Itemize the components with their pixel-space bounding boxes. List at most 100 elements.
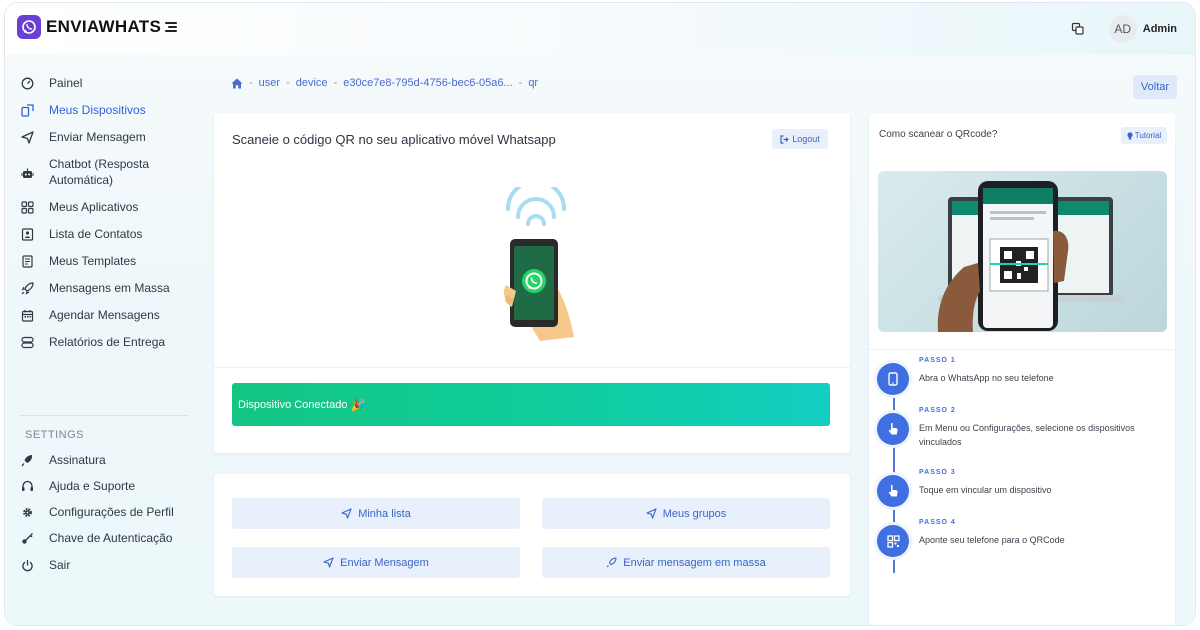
sidebar-item-mensagens-em-massa[interactable]: Mensagens em Massa [19, 280, 194, 296]
sidebar-item-label: Ajuda e Suporte [49, 479, 136, 493]
report-icon [19, 334, 35, 350]
sidebar-item-label: Meus Dispositivos [49, 103, 146, 117]
send-icon [646, 508, 657, 519]
sidebar: Painel Meus Dispositivos Enviar Mensagem… [5, 55, 205, 625]
send-bulk-message-button[interactable]: Enviar mensagem em massa [542, 547, 830, 578]
sidebar-item-label: Configurações de Perfil [49, 505, 174, 519]
sidebar-item-label: Assinatura [49, 453, 106, 467]
breadcrumb-item-device[interactable]: device [296, 77, 328, 89]
dashboard-icon [19, 75, 35, 91]
send-icon [323, 557, 334, 568]
sidebar-item-assinatura[interactable]: Assinatura [19, 452, 194, 468]
breadcrumb-separator: - [286, 77, 290, 89]
sidebar-item-label: Agendar Mensagens [49, 308, 160, 322]
my-list-button[interactable]: Minha lista [232, 498, 520, 529]
my-list-label: Minha lista [358, 507, 411, 520]
sidebar-item-sair[interactable]: Sair [19, 557, 194, 573]
breadcrumb-item-device-id[interactable]: e30ce7e8-795d-4756-bec6-05a6... [343, 77, 512, 89]
subscription-icon [19, 452, 35, 468]
sidebar-item-ajuda-e-suporte[interactable]: Ajuda e Suporte [19, 478, 194, 494]
card-divider [869, 349, 1175, 350]
top-bar: ENVIAWHATS AD Admin [5, 3, 1195, 55]
logout-label: Logout [792, 134, 820, 144]
menu-toggle-icon[interactable] [165, 22, 178, 32]
my-groups-button[interactable]: Meus grupos [542, 498, 830, 529]
send-icon [19, 129, 35, 145]
phone-icon [877, 363, 909, 395]
breadcrumb-item-user[interactable]: user [259, 77, 280, 89]
sidebar-item-agendar-mensagens[interactable]: Agendar Mensagens [19, 307, 194, 323]
sidebar-item-meus-dispositivos[interactable]: Meus Dispositivos [19, 102, 194, 118]
sidebar-item-label: Mensagens em Massa [49, 281, 170, 295]
user-name[interactable]: Admin [1143, 23, 1177, 35]
sidebar-item-meus-templates[interactable]: Meus Templates [19, 253, 194, 269]
lightbulb-icon [1127, 131, 1133, 140]
sidebar-divider [19, 415, 189, 416]
settings-section-title: SETTINGS [25, 429, 85, 441]
sidebar-item-label: Lista de Contatos [49, 227, 143, 241]
step-title: PASSO 4 [919, 519, 956, 526]
how-to-scan-title: Como scanear o QRcode? [879, 129, 998, 140]
rocket-icon [606, 557, 617, 568]
sidebar-item-label: Chave de Autenticação [49, 531, 173, 545]
contacts-icon [19, 226, 35, 242]
gear-icon [19, 504, 35, 520]
sidebar-item-label: Meus Templates [49, 254, 137, 268]
sidebar-item-label: Relatórios de Entrega [49, 335, 166, 349]
sidebar-item-configuracoes-de-perfil[interactable]: Configurações de Perfil [19, 504, 194, 520]
sidebar-item-label: Sair [49, 558, 71, 572]
breadcrumb-item-qr: qr [528, 77, 539, 89]
robot-icon [19, 165, 35, 181]
breadcrumb: - user - device - e30ce7e8-795d-4756-bec… [231, 77, 538, 89]
sidebar-item-chatbot[interactable]: Chatbot (Resposta Automática) [19, 156, 194, 188]
back-button[interactable]: Voltar [1133, 75, 1177, 99]
sidebar-item-lista-de-contatos[interactable]: Lista de Contatos [19, 226, 194, 242]
apps-icon [19, 199, 35, 215]
phone-whatsapp-illustration [504, 187, 574, 341]
step-title: PASSO 2 [919, 407, 956, 414]
how-to-scan-card: Como scanear o QRcode? Tutorial PASSO 1 … [869, 113, 1175, 625]
qr-card: Scaneie o código QR no seu aplicativo mó… [214, 113, 850, 453]
key-icon [19, 530, 35, 546]
logout-button[interactable]: Logout [772, 129, 828, 149]
copy-icon[interactable] [1071, 22, 1085, 36]
sidebar-item-relatorios-de-entrega[interactable]: Relatórios de Entrega [19, 334, 194, 350]
qr-code-icon [877, 525, 909, 557]
step-title: PASSO 1 [919, 357, 956, 364]
step-text: Em Menu ou Configurações, selecione os d… [919, 423, 1135, 447]
support-icon [19, 478, 35, 494]
power-icon [19, 557, 35, 573]
app-name: ENVIAWHATS [46, 17, 162, 36]
logo[interactable]: ENVIAWHATS [17, 15, 178, 39]
party-popper-icon: 🎉 [350, 397, 366, 412]
device-icon [19, 102, 35, 118]
step-text: Aponte seu telefone para o QRCode [919, 535, 1065, 545]
tap-hand-icon [877, 413, 909, 445]
send-bulk-label: Enviar mensagem em massa [623, 556, 766, 569]
breadcrumb-separator: - [333, 77, 338, 89]
send-message-button[interactable]: Enviar Mensagem [232, 547, 520, 578]
status-text: Dispositivo Conectado [238, 398, 348, 411]
sidebar-item-label: Chatbot (Resposta Automática) [49, 157, 150, 187]
sidebar-item-meus-aplicativos[interactable]: Meus Aplicativos [19, 199, 194, 215]
logout-icon [780, 134, 790, 144]
step-text: Toque em vincular um dispositivo [919, 485, 1052, 495]
home-icon[interactable] [231, 78, 243, 89]
calendar-icon [19, 307, 35, 323]
actions-card: Minha lista Meus grupos Enviar Mensagem … [214, 474, 850, 596]
connected-status-banner: Dispositivo Conectado 🎉 [232, 383, 830, 426]
avatar[interactable]: AD [1108, 15, 1137, 43]
step-text: Abra o WhatsApp no seu telefone [919, 373, 1054, 383]
template-icon [19, 253, 35, 269]
sidebar-item-enviar-mensagem[interactable]: Enviar Mensagem [19, 129, 194, 145]
sidebar-item-painel[interactable]: Painel [19, 75, 194, 91]
send-message-label: Enviar Mensagem [340, 556, 429, 569]
step-title: PASSO 3 [919, 469, 956, 476]
sidebar-item-label: Painel [49, 76, 83, 90]
whatsapp-logo-icon [17, 15, 41, 39]
send-icon [341, 508, 352, 519]
tutorial-button[interactable]: Tutorial [1121, 127, 1167, 144]
sidebar-item-chave-de-autenticacao[interactable]: Chave de Autenticação [19, 530, 194, 546]
breadcrumb-separator: - [249, 77, 253, 89]
tutorial-label: Tutorial [1134, 131, 1162, 140]
